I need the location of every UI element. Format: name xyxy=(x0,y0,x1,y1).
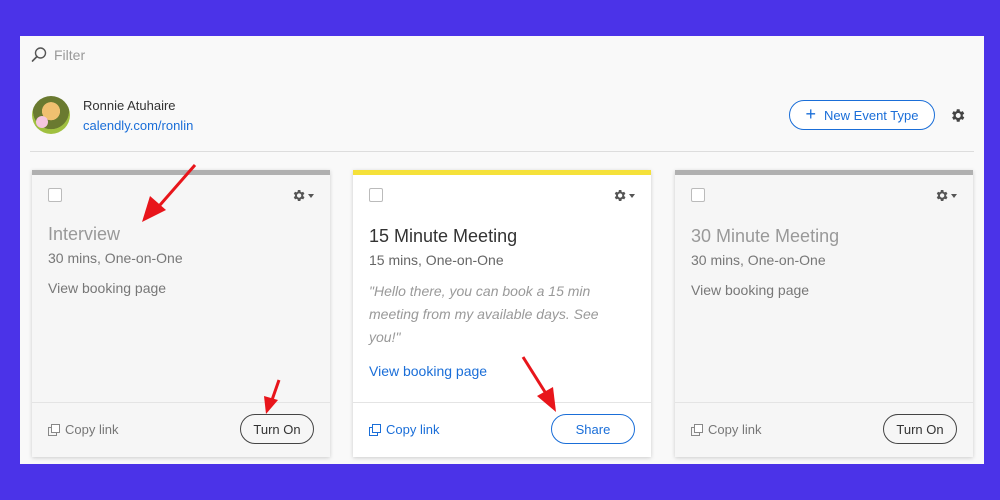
annotation-arrow-interview xyxy=(142,164,197,222)
annotation-arrow-share xyxy=(521,356,556,412)
annotation-arrow-turn-on xyxy=(264,379,281,414)
annotation-arrows xyxy=(142,164,556,414)
